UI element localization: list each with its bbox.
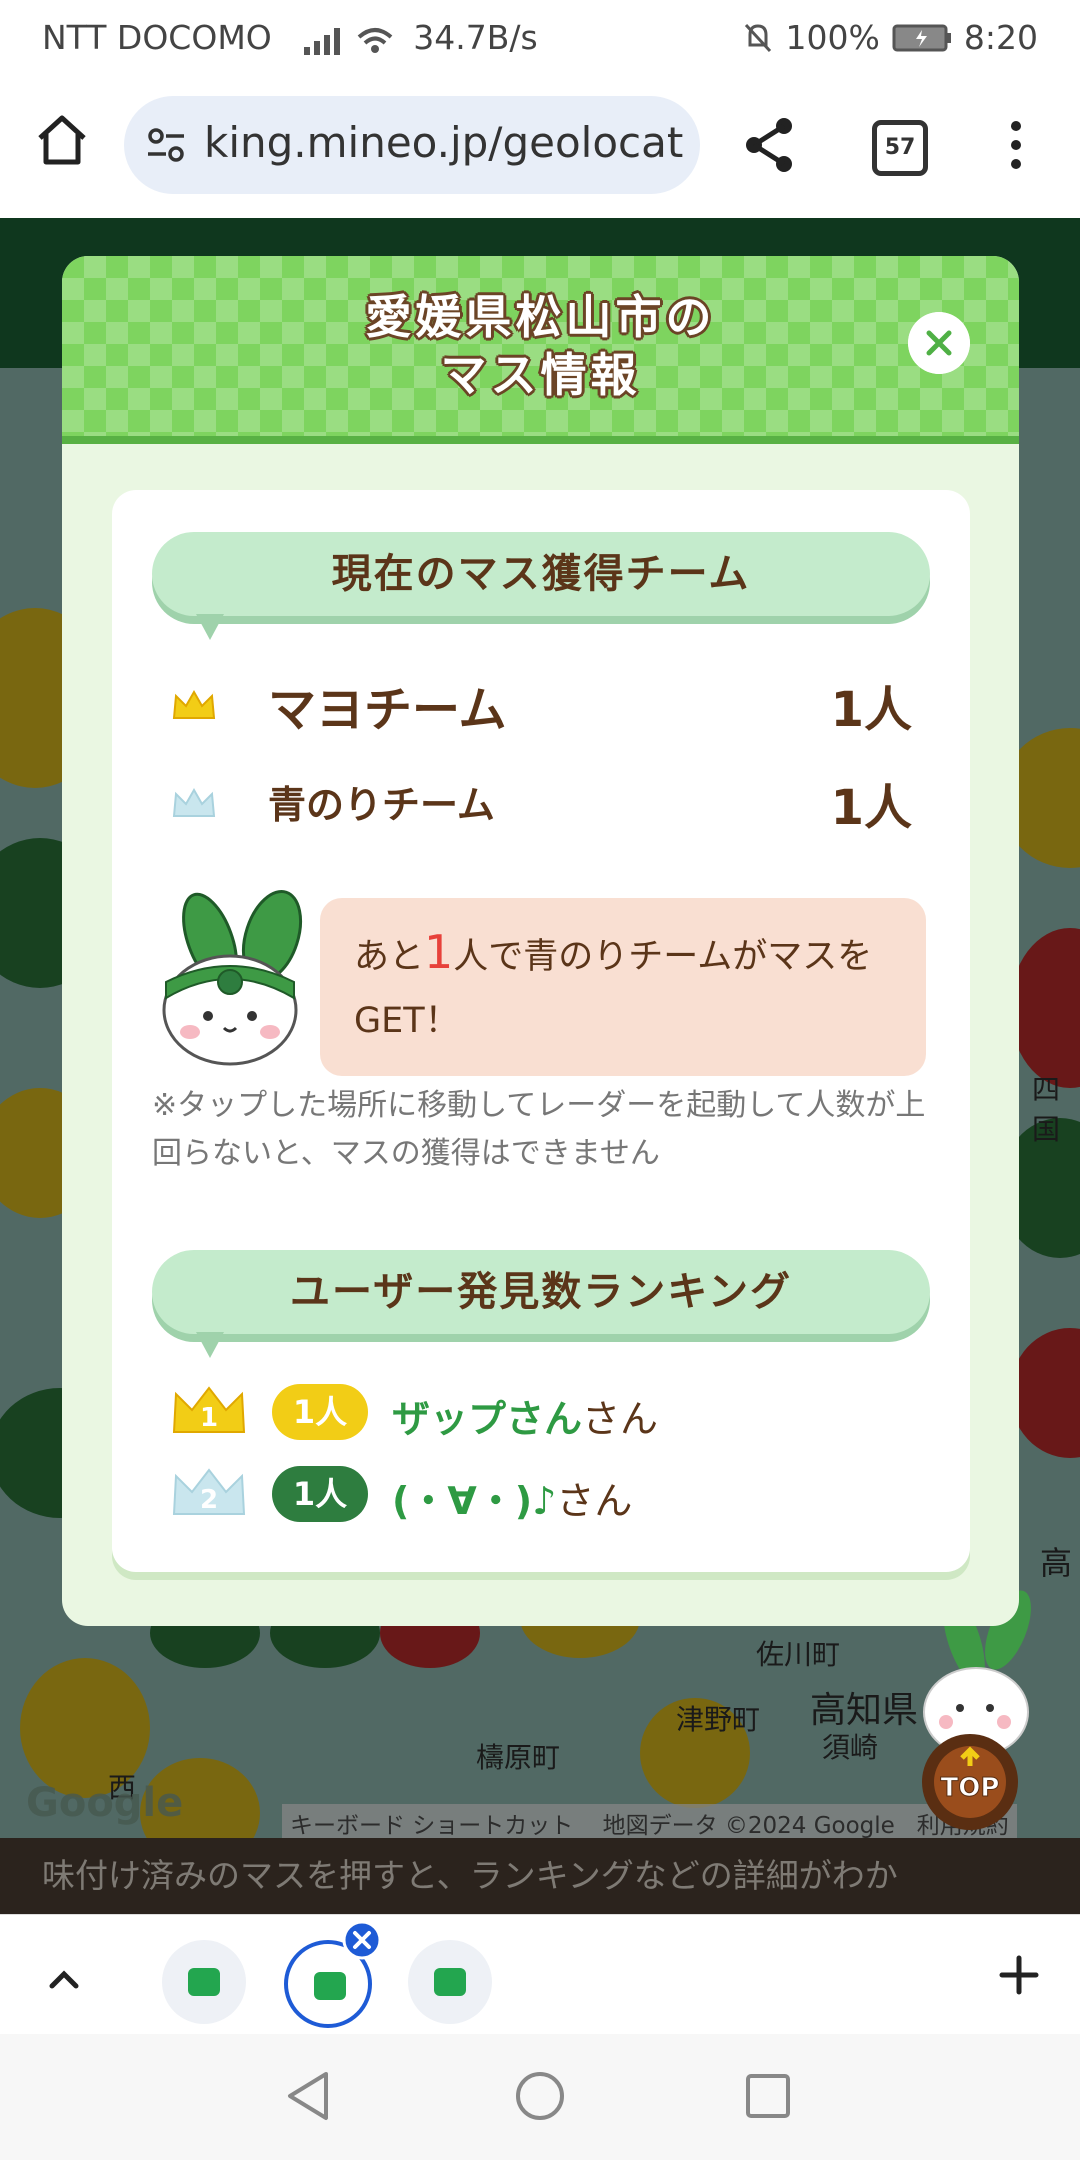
wifi-icon	[357, 27, 393, 53]
gold-crown-icon	[172, 689, 216, 719]
team-count: 1人	[830, 682, 912, 738]
remaining-count: 1	[424, 925, 454, 979]
tab-thumbnail[interactable]	[162, 1940, 246, 2024]
scroll-to-top-button[interactable]: TOP	[918, 1590, 1048, 1830]
site-settings-icon[interactable]	[146, 125, 186, 165]
team-name: 青のりチーム	[268, 783, 495, 827]
mineo-favicon-icon	[434, 1968, 466, 1996]
modal-title: 愛媛県松山市の マス情報	[365, 290, 716, 402]
battery-icon	[892, 24, 951, 51]
clock: 8:20	[963, 18, 1038, 57]
top-label: TOP	[941, 1773, 1000, 1803]
team-count: 1人	[830, 780, 912, 836]
rank-2-crown-icon: 2	[172, 1468, 246, 1515]
mute-bell-icon	[744, 23, 771, 52]
ranking-header: ユーザー発見数ランキング	[152, 1250, 930, 1358]
battery-percent: 100%	[785, 18, 880, 57]
mineo-favicon-icon	[188, 1968, 220, 1996]
chevron-up-icon[interactable]	[44, 1960, 84, 2000]
info-card: 現在のマス獲得チーム マヨチーム 1人 青のりチーム 1人 あと1人で青のりチー…	[112, 490, 970, 1572]
ranking-row[interactable]: 1 1人 ザップさんさん	[172, 1380, 912, 1442]
url-text[interactable]: king.mineo.jp/geolocat	[204, 118, 684, 167]
ranking-user[interactable]: ザップさんさん	[392, 1388, 658, 1443]
close-button[interactable]	[908, 312, 970, 374]
notice-text: あと1人で青のりチームがマスをGET！	[354, 925, 873, 1041]
ranking-user[interactable]: (・∀・)♪さん	[392, 1470, 632, 1525]
recents-icon[interactable]	[744, 2072, 792, 2120]
cell-info-modal: 愛媛県松山市の マス情報 現在のマス獲得チーム マヨチーム 1人 青のりチーム …	[62, 256, 1019, 1626]
home-icon[interactable]	[32, 110, 92, 170]
count-badge: 1人	[272, 1384, 368, 1440]
share-icon[interactable]	[742, 116, 796, 174]
carrier-label: NTT DOCOMO 34.7B/s	[42, 18, 538, 57]
team-name: マヨチーム	[268, 682, 507, 738]
status-bar: NTT DOCOMO 34.7B/s 100% 8:20	[0, 0, 1080, 76]
mineo-favicon-icon	[314, 1972, 346, 2000]
blue-crown-icon	[172, 787, 216, 817]
rank-number: 2	[200, 1485, 218, 1515]
home-nav-icon[interactable]	[514, 2070, 566, 2122]
rank-number: 1	[200, 1403, 218, 1433]
net-speed: 34.7B/s	[413, 18, 538, 57]
current-team-header: 現在のマス獲得チーム	[152, 532, 930, 640]
new-tab-icon[interactable]	[998, 1954, 1040, 1996]
tab-switcher-button[interactable]: 57	[872, 120, 928, 176]
tab-thumbnail[interactable]	[408, 1940, 492, 2024]
mascot-image	[162, 890, 303, 1066]
back-icon[interactable]	[284, 2070, 332, 2122]
close-tab-icon[interactable]	[342, 1920, 382, 1960]
overflow-menu-icon[interactable]	[1010, 120, 1022, 170]
signal-icon	[304, 25, 341, 55]
ranking-row[interactable]: 2 1人 (・∀・)♪さん	[172, 1462, 912, 1524]
rank-1-crown-icon: 1	[172, 1386, 246, 1433]
team-row: 青のりチーム 1人	[172, 768, 912, 838]
team-row: マヨチーム 1人	[172, 670, 912, 740]
count-badge: 1人	[272, 1466, 368, 1522]
disclaimer-text: ※タップした場所に移動してレーダーを起動して人数が上回らないと、マスの獲得はでき…	[152, 1088, 926, 1171]
